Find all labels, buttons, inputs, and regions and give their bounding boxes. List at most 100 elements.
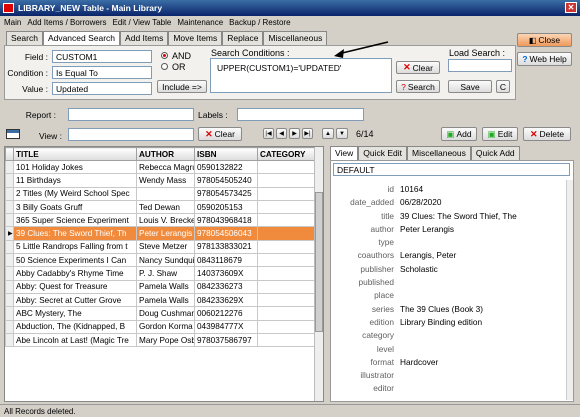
cell-category[interactable] (257, 199, 318, 215)
tab-replace[interactable]: Replace (222, 31, 264, 45)
cell-title[interactable]: 3 Billy Goats Gruff (13, 199, 137, 215)
tab-quick-edit[interactable]: Quick Edit (358, 146, 408, 160)
cell-title[interactable]: Abby: Quest for Treasure (13, 279, 137, 294)
load-search-select[interactable] (448, 59, 512, 72)
detail-scrollbar[interactable] (566, 180, 573, 400)
cell-title[interactable]: 5 Little Randrops Falling from t (13, 239, 137, 255)
scrollbar-thumb[interactable] (315, 192, 323, 332)
tab-search[interactable]: Search (6, 31, 43, 45)
menu-backup[interactable]: Backup / Restore (229, 18, 290, 28)
last-record-icon[interactable]: ▶| (302, 128, 313, 139)
cell-author[interactable]: Nancy Sundqui (136, 253, 195, 268)
table-row[interactable]: ▶ 39 Clues: The Sword Thief, Th Peter Lera… (5, 226, 318, 241)
menu-main[interactable]: Main (4, 18, 21, 28)
table-scrollbar[interactable] (314, 147, 323, 401)
cell-isbn[interactable]: 978054505240 (194, 173, 258, 188)
search-conditions-box[interactable]: UPPER(CUSTOM1)='UPDATED' (210, 58, 392, 93)
menu-edit-view[interactable]: Edit / View Table (112, 18, 171, 28)
cell-title[interactable]: 101 Holiday Jokes (13, 159, 137, 175)
cell-isbn[interactable]: 0842336273 (194, 279, 258, 294)
cell-isbn[interactable]: 043984777X (194, 319, 258, 334)
or-radio[interactable] (161, 63, 168, 70)
cell-author[interactable]: Mary Pope Osb (136, 332, 195, 348)
cell-author[interactable]: Gordon Korma (136, 319, 195, 334)
cell-title[interactable]: 11 Birthdays (13, 173, 137, 188)
cell-isbn[interactable]: 0060212276 (194, 306, 258, 321)
table-row[interactable]: 5 Little Randrops Falling from t Steve Me… (5, 239, 318, 255)
cell-author[interactable]: Steve Metzer (136, 239, 195, 255)
search-button[interactable]: ? Search (396, 80, 440, 93)
include-button[interactable]: Include => (157, 80, 207, 93)
c-button[interactable]: C (496, 80, 510, 93)
table-row[interactable]: 3 Billy Goats Gruff Ted Dewan 0590205153 (5, 199, 318, 215)
table-row[interactable]: Abduction, The (Kidnapped, B Gordon Korma… (5, 319, 318, 334)
cell-title[interactable]: 39 Clues: The Sword Thief, Th (13, 226, 137, 241)
edit-button[interactable]: ▣ Edit (482, 127, 518, 141)
and-radio[interactable] (161, 52, 168, 59)
table-row[interactable]: 50 Science Experiments I Can Nancy Sundqu… (5, 253, 318, 268)
first-record-icon[interactable]: |◀ (263, 128, 274, 139)
cell-category[interactable] (257, 226, 318, 241)
cell-title[interactable]: ABC Mystery, The (13, 306, 137, 321)
cell-category[interactable] (257, 253, 318, 268)
column-header-category[interactable]: CATEGORY (257, 147, 318, 161)
add-button[interactable]: ▣ Add (441, 127, 477, 141)
column-header-author[interactable]: AUTHOR (136, 147, 195, 161)
field-select[interactable]: CUSTOM1 (52, 50, 152, 63)
table-row[interactable]: 365 Super Science Experiment Louis V. Bre… (5, 213, 318, 228)
cell-category[interactable] (257, 159, 318, 175)
tab-advanced-search[interactable]: Advanced Search (42, 31, 121, 45)
delete-button[interactable]: ✕ Delete (523, 127, 571, 141)
table-row[interactable]: 2 Titles (My Weird School Spec 9780545734… (5, 186, 318, 201)
tab-view[interactable]: View (330, 146, 359, 160)
column-header-title[interactable]: TITLE (13, 147, 137, 161)
labels-select[interactable] (237, 108, 364, 121)
cell-author[interactable]: Rebecca Magru (136, 159, 195, 175)
cell-category[interactable] (257, 332, 318, 348)
cell-isbn[interactable]: 978054573425 (194, 186, 258, 201)
cell-author[interactable]: Pamela Walls (136, 292, 195, 308)
column-header-isbn[interactable]: ISBN (194, 147, 258, 161)
report-select[interactable] (68, 108, 194, 121)
cell-category[interactable] (257, 213, 318, 228)
cell-author[interactable]: Pamela Walls (136, 279, 195, 294)
menu-maintenance[interactable]: Maintenance (177, 18, 223, 28)
cell-isbn[interactable]: 140373609X (194, 266, 258, 281)
cell-isbn[interactable]: 978054506043 (194, 226, 258, 241)
table-row[interactable]: Abby Cadabby's Rhyme Time P. J. Shaw 14037… (5, 266, 318, 281)
cell-title[interactable]: Abby Cadabby's Rhyme Time (13, 266, 137, 281)
cell-author[interactable]: Doug Cushman (136, 306, 195, 321)
cell-isbn[interactable]: 978133833021 (194, 239, 258, 255)
cell-title[interactable]: 365 Super Science Experiment (13, 213, 137, 228)
cell-author[interactable]: Ted Dewan (136, 199, 195, 215)
cell-title[interactable]: 2 Titles (My Weird School Spec (13, 186, 137, 201)
tab-quick-add[interactable]: Quick Add (470, 146, 520, 160)
cell-author[interactable]: P. J. Shaw (136, 266, 195, 281)
cell-author[interactable]: Peter Lerangis (136, 226, 195, 241)
tab-move-items[interactable]: Move Items (168, 31, 223, 45)
menu-add-items[interactable]: Add Items / Borrowers (27, 18, 106, 28)
table-view-icon[interactable] (6, 129, 20, 139)
cell-category[interactable] (257, 186, 318, 201)
cell-title[interactable]: Abe Lincoln at Last! (Magic Tre (13, 332, 137, 348)
tab-detail-miscellaneous[interactable]: Miscellaneous (407, 146, 471, 160)
condition-select[interactable]: Is Equal To (52, 66, 152, 79)
clear-view-button[interactable]: ✕ Clear (198, 127, 242, 141)
view-select[interactable] (68, 128, 194, 141)
cell-category[interactable] (257, 239, 318, 255)
prev-record-icon[interactable]: ◀ (276, 128, 287, 139)
table-row[interactable]: Abby: Secret at Cutter Grove Pamela Walls… (5, 292, 318, 308)
cell-category[interactable] (257, 292, 318, 308)
cell-isbn[interactable]: 0843118679 (194, 253, 258, 268)
cell-isbn[interactable]: 978043968418 (194, 213, 258, 228)
web-help-button[interactable]: ? Web Help (517, 52, 572, 66)
tab-miscellaneous[interactable]: Miscellaneous (263, 31, 328, 45)
cell-title[interactable]: Abby: Secret at Cutter Grove (13, 292, 137, 308)
cell-title[interactable]: 50 Science Experiments I Can (13, 253, 137, 268)
cell-category[interactable] (257, 319, 318, 334)
cell-category[interactable] (257, 306, 318, 321)
tab-add-items[interactable]: Add Items (120, 31, 169, 45)
table-row[interactable]: Abe Lincoln at Last! (Magic Tre Mary Pope… (5, 332, 318, 348)
view-layout-select[interactable]: DEFAULT (333, 163, 570, 176)
table-row[interactable]: 101 Holiday Jokes Rebecca Magru 0590132822 (5, 159, 318, 175)
